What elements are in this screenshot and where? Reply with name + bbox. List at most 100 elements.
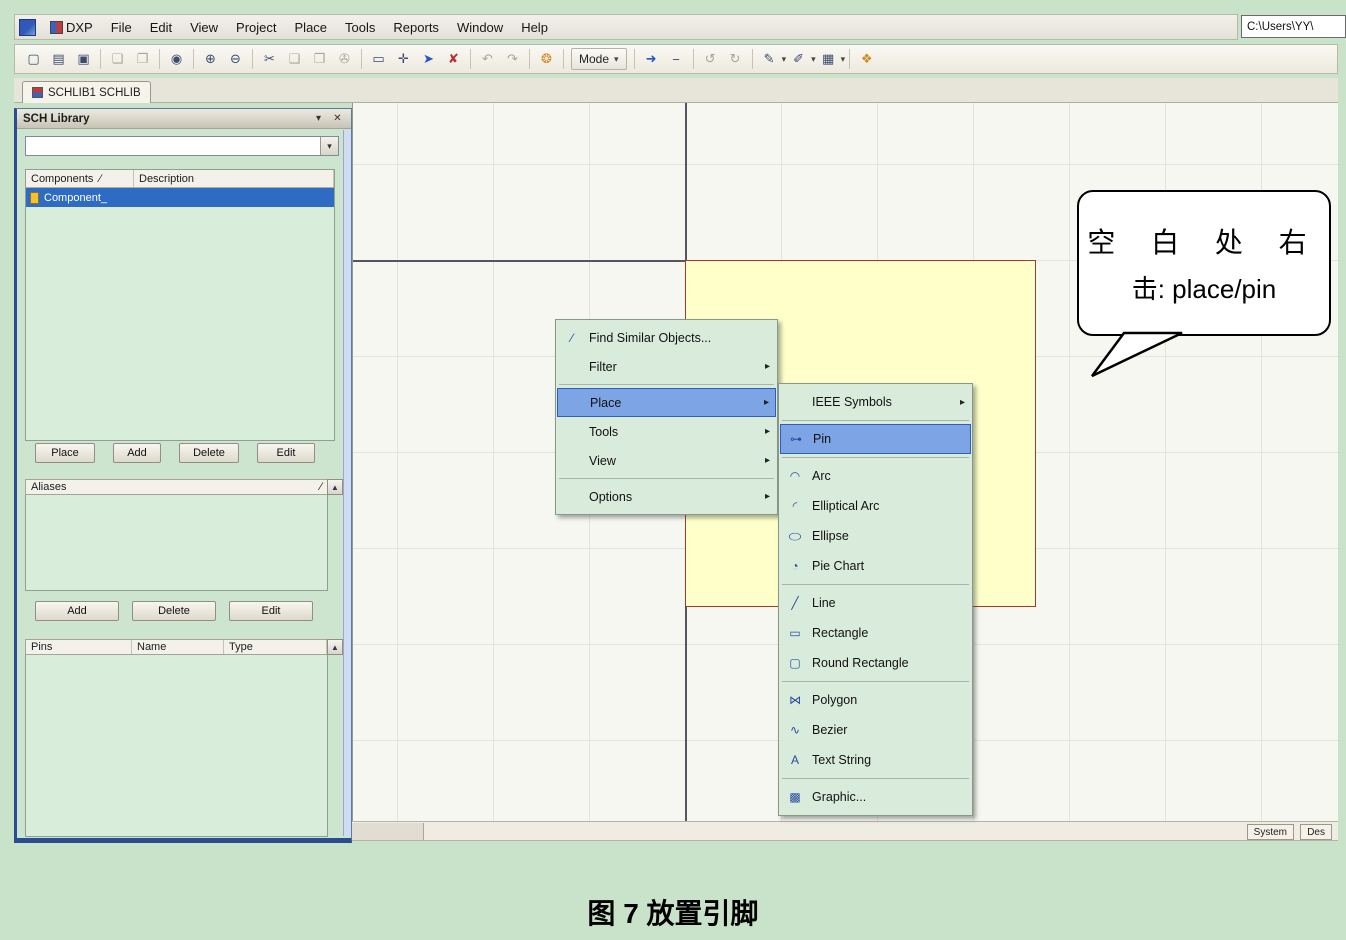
menu-item-place[interactable]: Place ▸ — [557, 388, 776, 417]
add-component-button[interactable]: Add — [113, 443, 161, 463]
doc-tab-schlib1[interactable]: SCHLIB1 SCHLIB — [22, 81, 151, 103]
zoom-in-icon[interactable]: ⊕ — [199, 48, 222, 71]
delete-component-button[interactable]: Delete — [179, 443, 239, 463]
sort-indicator-icon: ∕ — [320, 481, 322, 493]
components-column-header[interactable]: Components ∕ — [26, 170, 134, 187]
submenu-item-graphic[interactable]: ▩ Graphic... — [780, 782, 971, 812]
filter-input[interactable] — [26, 137, 320, 155]
callout-line2: 击: place/pin — [1132, 269, 1277, 306]
menu-item-options[interactable]: Options ▸ — [557, 482, 776, 511]
undo-icon[interactable]: ↶ — [476, 48, 499, 71]
menu-file[interactable]: File — [103, 17, 140, 38]
redo-icon[interactable]: ↷ — [501, 48, 524, 71]
clear-filter-icon[interactable]: ✘ — [442, 48, 465, 71]
chevron-down-icon[interactable]: ▾ — [841, 54, 846, 65]
browse-icon[interactable]: ◉ — [165, 48, 188, 71]
submenu-item-elliptical-arc[interactable]: ◜ Elliptical Arc — [780, 491, 971, 521]
panel-tab-system[interactable]: System — [1247, 824, 1294, 840]
submenu-item-polygon[interactable]: ⋈ Polygon — [780, 685, 971, 715]
menu-dxp[interactable]: DXP — [42, 17, 101, 38]
close-icon[interactable]: ✕ — [330, 112, 345, 126]
remove-icon[interactable]: − — [665, 48, 688, 71]
menu-item-tools[interactable]: Tools ▸ — [557, 417, 776, 446]
submenu-item-pin[interactable]: ⊶ Pin — [780, 424, 971, 454]
app-icon — [19, 19, 36, 36]
menu-edit[interactable]: Edit — [142, 17, 180, 38]
pins-table-header: Pins Name Type — [25, 639, 328, 655]
round-rectangle-icon: ▢ — [782, 656, 808, 670]
menu-separator — [559, 478, 774, 479]
aliases-list[interactable] — [25, 495, 328, 591]
submenu-item-pie-chart[interactable]: ◔ Pie Chart — [780, 551, 971, 581]
edit-alias-button[interactable]: Edit — [229, 601, 313, 621]
menu-help[interactable]: Help — [513, 17, 556, 38]
panel-vertical-scrollbar[interactable] — [343, 130, 351, 836]
save-document-icon[interactable]: ▣ — [72, 48, 95, 71]
cross-probe-icon[interactable]: ❂ — [535, 48, 558, 71]
menu-window[interactable]: Window — [449, 17, 511, 38]
toolbar-separator — [693, 49, 694, 69]
aliases-header[interactable]: Aliases ∕ — [25, 479, 328, 495]
aliases-scroll-up-icon[interactable]: ▲ — [327, 479, 343, 495]
pins-scroll-up-icon[interactable]: ▲ — [327, 639, 343, 655]
find-similar-icon: ⁄ — [559, 331, 585, 345]
component-row-selected[interactable]: Component_ — [26, 188, 334, 207]
menu-project[interactable]: Project — [228, 17, 284, 38]
panel-menu-icon[interactable]: ▾ — [311, 112, 326, 126]
wiring-dropdown-icon[interactable]: ✐ — [787, 48, 810, 71]
pins-list[interactable] — [25, 655, 328, 837]
snapshot-icon[interactable]: ❖ — [855, 48, 878, 71]
menu-place[interactable]: Place — [287, 17, 336, 38]
toolbar-separator — [634, 49, 635, 69]
chevron-down-icon[interactable]: ▾ — [782, 54, 787, 65]
ellipse-icon: ◯ — [782, 532, 808, 541]
component-filter-combobox[interactable]: ▾ — [25, 136, 339, 156]
edit-component-button[interactable]: Edit — [257, 443, 315, 463]
grids-dropdown-icon[interactable]: ▦ — [817, 48, 840, 71]
print-icon[interactable]: ❏ — [106, 48, 129, 71]
submenu-item-bezier[interactable]: ∿ Bezier — [780, 715, 971, 745]
rubber-stamp-icon[interactable]: ✇ — [333, 48, 356, 71]
type-column-header[interactable]: Type — [224, 640, 327, 654]
place-button[interactable]: Place — [35, 443, 95, 463]
submenu-item-line[interactable]: ╱ Line — [780, 588, 971, 618]
copy-icon[interactable]: ❑ — [283, 48, 306, 71]
description-column-header[interactable]: Description — [134, 170, 334, 187]
pie-chart-icon: ◔ — [782, 559, 808, 573]
menu-item-view[interactable]: View ▸ — [557, 446, 776, 475]
new-document-icon[interactable]: ▢ — [22, 48, 45, 71]
submenu-item-ieee-symbols[interactable]: IEEE Symbols ▸ — [780, 387, 971, 417]
submenu-item-rectangle[interactable]: ▭ Rectangle — [780, 618, 971, 648]
panel-tab-design[interactable]: Des — [1300, 824, 1332, 840]
paste-icon[interactable]: ❒ — [308, 48, 331, 71]
open-document-icon[interactable]: ▤ — [47, 48, 70, 71]
sch-library-panel: SCH Library ▾ ✕ ▾ Components ∕ Descripti… — [14, 108, 352, 843]
print-preview-icon[interactable]: ❐ — [131, 48, 154, 71]
horizontal-scrollbar-thumb[interactable] — [352, 823, 424, 840]
menu-item-find-similar[interactable]: ⁄ Find Similar Objects... — [557, 323, 776, 352]
add-alias-button[interactable]: Add — [35, 601, 119, 621]
submenu-item-ellipse[interactable]: ◯ Ellipse — [780, 521, 971, 551]
chevron-down-icon[interactable]: ▾ — [811, 54, 816, 65]
nav-back-icon[interactable]: ↺ — [699, 48, 722, 71]
select-cursor-icon[interactable]: ➤ — [417, 48, 440, 71]
menu-tools[interactable]: Tools — [337, 17, 383, 38]
menu-reports[interactable]: Reports — [385, 17, 447, 38]
select-area-icon[interactable]: ▭ — [367, 48, 390, 71]
mode-dropdown[interactable]: Mode ▾ — [571, 48, 627, 70]
submenu-item-text-string[interactable]: A Text String — [780, 745, 971, 775]
zoom-out-icon[interactable]: ⊖ — [224, 48, 247, 71]
submenu-item-round-rectangle[interactable]: ▢ Round Rectangle — [780, 648, 971, 678]
forward-icon[interactable]: ➜ — [640, 48, 663, 71]
pins-column-header[interactable]: Pins — [26, 640, 132, 654]
delete-alias-button[interactable]: Delete — [132, 601, 216, 621]
submenu-item-arc[interactable]: ◠ Arc — [780, 461, 971, 491]
move-selection-icon[interactable]: ✛ — [392, 48, 415, 71]
nav-forward-icon[interactable]: ↻ — [724, 48, 747, 71]
menu-item-filter[interactable]: Filter ▸ — [557, 352, 776, 381]
name-column-header[interactable]: Name — [132, 640, 224, 654]
utilities-dropdown-icon[interactable]: ✎ — [758, 48, 781, 71]
chevron-down-icon[interactable]: ▾ — [320, 137, 338, 155]
cut-icon[interactable]: ✂ — [258, 48, 281, 71]
menu-view[interactable]: View — [182, 17, 226, 38]
